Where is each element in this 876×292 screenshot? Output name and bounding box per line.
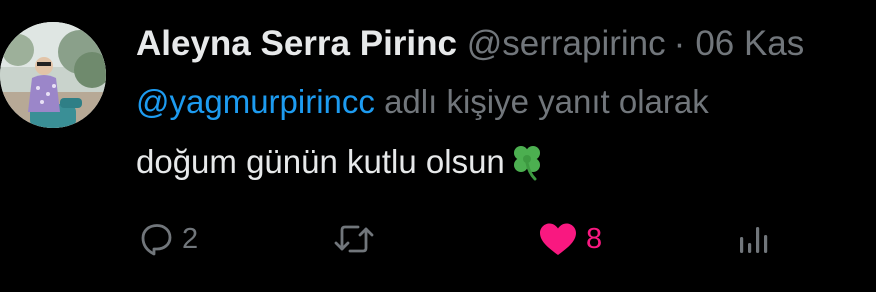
tweet[interactable]: Aleyna Serra Pirinc @serrapirinc · 06 Kas … (0, 0, 876, 292)
retweet-icon (332, 219, 376, 259)
avatar[interactable] (0, 22, 106, 128)
reply-mention-link[interactable]: @yagmurpirincc (136, 83, 375, 120)
reply-icon (136, 219, 176, 259)
like-count: 8 (586, 222, 603, 255)
tweet-body: doğum günün kutlu olsun (136, 143, 505, 180)
heart-icon (536, 219, 580, 259)
like-button[interactable]: 8 (536, 214, 602, 264)
views-button[interactable] (734, 214, 774, 264)
tweet-header: Aleyna Serra Pirinc @serrapirinc · 06 Kas (136, 22, 804, 66)
avatar-photo (0, 22, 106, 128)
separator-dot: · (673, 24, 686, 63)
author-handle[interactable]: @serrapirinc (467, 24, 666, 63)
four-leaf-clover-icon (507, 141, 547, 192)
retweet-button[interactable] (332, 214, 382, 264)
reply-button[interactable]: 2 (136, 214, 198, 264)
bar-chart-icon (734, 219, 774, 259)
tweet-date[interactable]: 06 Kas (695, 24, 804, 63)
reply-context: @yagmurpirincc adlı kişiye yanıt olarak (136, 80, 709, 124)
reply-context-text: adlı kişiye yanıt olarak (374, 83, 709, 120)
action-bar: 2 8 (136, 214, 836, 264)
reply-count: 2 (182, 222, 199, 255)
author-name[interactable]: Aleyna Serra Pirinc (136, 24, 457, 63)
tweet-text: doğum günün kutlu olsun (136, 140, 547, 192)
